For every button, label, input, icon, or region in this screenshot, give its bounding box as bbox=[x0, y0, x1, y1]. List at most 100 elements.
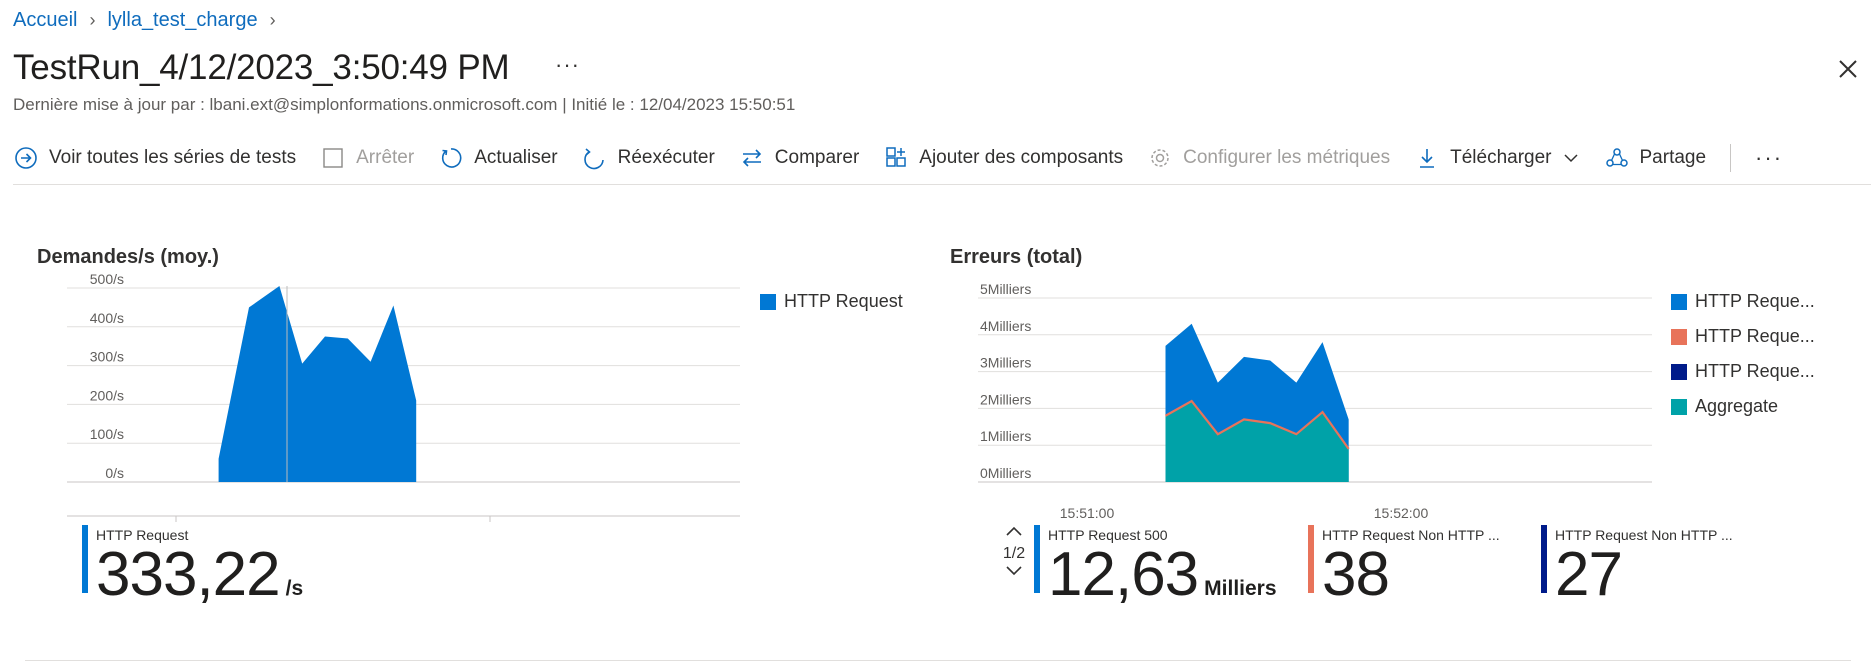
chevron-right-icon: › bbox=[89, 9, 96, 30]
legend-item-aggregate[interactable]: Aggregate bbox=[1671, 389, 1815, 424]
kpi-pager: 1/2 bbox=[1000, 524, 1028, 584]
legend-swatch bbox=[1671, 328, 1687, 345]
kpi-unit: /s bbox=[285, 577, 304, 600]
errors-kpi-non-http-b[interactable]: HTTP Request Non HTTP ... 27 bbox=[1541, 525, 1761, 609]
section-divider bbox=[25, 660, 1851, 661]
share-label: Partage bbox=[1639, 147, 1707, 168]
page-title: TestRun_4/12/2023_3:50:49 PM bbox=[13, 48, 510, 87]
view-all-runs-label: Voir toutes les séries de tests bbox=[49, 147, 297, 168]
legend-item-http-request-500[interactable]: HTTP Reque... bbox=[1671, 284, 1815, 319]
refresh-label: Actualiser bbox=[474, 147, 558, 168]
kpi-color-bar bbox=[1308, 525, 1314, 593]
view-all-runs-button[interactable]: Voir toutes les séries de tests bbox=[13, 145, 296, 171]
legend-label: HTTP Request bbox=[784, 291, 903, 311]
toolbar-divider bbox=[1730, 144, 1732, 172]
compare-button[interactable]: Comparer bbox=[739, 145, 859, 171]
legend-swatch bbox=[760, 293, 776, 310]
errors-chart[interactable]: 0Milliers 1Milliers 2Milliers 3Milliers 4Mil… bbox=[940, 270, 1660, 530]
breadcrumb: Accueil › lylla_test_charge › bbox=[13, 8, 288, 32]
kpi-color-bar bbox=[82, 525, 88, 593]
y-tick-label: 0Milliers bbox=[980, 465, 1031, 481]
pager-label: 1/2 bbox=[1002, 545, 1026, 562]
errors-chart-title: Erreurs (total) bbox=[950, 246, 1083, 268]
more-commands-button[interactable]: ··· bbox=[1755, 145, 1783, 171]
legend-label: HTTP Reque... bbox=[1695, 291, 1815, 311]
stop-square-icon bbox=[320, 145, 346, 171]
errors-kpi-http-500[interactable]: HTTP Request 500 12,63 Milliers bbox=[1034, 525, 1277, 609]
requests-chart-title: Demandes/s (moy.) bbox=[37, 246, 219, 268]
breadcrumb-resource-link[interactable]: lylla_test_charge bbox=[107, 9, 257, 32]
kpi-value-row: 12,63 Milliers bbox=[1048, 539, 1277, 625]
y-tick-label: 200/s bbox=[90, 387, 124, 403]
requests-chart[interactable]: 0/s100/s200/s300/s400/s500/s15:51:21 bbox=[0, 270, 760, 530]
kpi-color-bar bbox=[1034, 525, 1040, 593]
requests-chart-legend: HTTP Request bbox=[760, 284, 903, 319]
legend-item-http-request-non-http-a[interactable]: HTTP Reque... bbox=[1671, 319, 1815, 354]
y-tick-label: 400/s bbox=[90, 310, 124, 326]
rerun-icon bbox=[582, 145, 608, 171]
arrow-circle-right-icon bbox=[13, 145, 39, 171]
legend-swatch bbox=[1671, 398, 1687, 415]
kpi-value: 38 bbox=[1322, 540, 1390, 609]
legend-label: Aggregate bbox=[1695, 396, 1779, 416]
add-components-label: Ajouter des composants bbox=[919, 147, 1124, 168]
series-area-http-request bbox=[218, 286, 417, 482]
kpi-value: 27 bbox=[1555, 540, 1623, 609]
chevron-right-icon: › bbox=[269, 9, 276, 30]
requests-kpi[interactable]: HTTP Request 333,22/s bbox=[82, 525, 342, 609]
chevron-down-icon bbox=[1562, 149, 1580, 167]
download-icon bbox=[1414, 145, 1440, 171]
add-components-button[interactable]: Ajouter des composants bbox=[883, 145, 1123, 171]
legend-item-http-request[interactable]: HTTP Request bbox=[760, 284, 903, 319]
y-tick-label: 4Milliers bbox=[980, 318, 1031, 334]
chevron-down-icon[interactable] bbox=[1000, 564, 1028, 584]
configure-metrics-button[interactable]: Configurer les métriques bbox=[1147, 145, 1390, 171]
rerun-label: Réexécuter bbox=[617, 147, 715, 168]
kpi-color-bar bbox=[1541, 525, 1547, 593]
refresh-button[interactable]: Actualiser bbox=[438, 145, 558, 171]
download-label: Télécharger bbox=[1450, 147, 1552, 168]
y-tick-label: 5Milliers bbox=[980, 281, 1031, 297]
errors-chart-legend: HTTP Reque... HTTP Reque... HTTP Reque..… bbox=[1671, 284, 1815, 424]
share-button[interactable]: Partage bbox=[1604, 145, 1707, 171]
download-button[interactable]: Télécharger bbox=[1414, 145, 1579, 171]
title-more-button[interactable]: ··· bbox=[555, 52, 580, 78]
y-tick-label: 3Milliers bbox=[980, 355, 1031, 371]
kpi-value-row: 38 bbox=[1322, 539, 1390, 611]
page-subtitle: Dernière mise à jour par : lbani.ext@sim… bbox=[13, 95, 796, 114]
kpi-value-row: 27 bbox=[1555, 539, 1623, 611]
configure-metrics-label: Configurer les métriques bbox=[1183, 147, 1391, 168]
legend-label: HTTP Reque... bbox=[1695, 361, 1815, 381]
y-tick-label: 100/s bbox=[90, 426, 124, 442]
y-tick-label: 1Milliers bbox=[980, 428, 1031, 444]
toolbar-divider-line bbox=[13, 184, 1871, 185]
chevron-up-icon[interactable] bbox=[1000, 524, 1028, 544]
kpi-value-row: 333,22/s bbox=[96, 539, 303, 625]
legend-swatch bbox=[1671, 363, 1687, 380]
legend-swatch bbox=[1671, 293, 1687, 310]
y-tick-label: 0/s bbox=[105, 465, 124, 481]
kpi-value: 12,63 bbox=[1048, 540, 1199, 609]
x-tick-label: 15:51:00 bbox=[1060, 505, 1115, 521]
rerun-button[interactable]: Réexécuter bbox=[582, 145, 715, 171]
share-people-icon bbox=[1604, 145, 1630, 171]
y-tick-label: 500/s bbox=[90, 271, 124, 287]
command-bar: Voir toutes les séries de tests Arrêter … bbox=[13, 138, 1783, 178]
close-icon bbox=[1839, 60, 1857, 78]
kpi-unit: Milliers bbox=[1204, 577, 1277, 600]
y-tick-label: 2Milliers bbox=[980, 391, 1031, 407]
add-components-icon bbox=[883, 145, 909, 171]
legend-item-http-request-non-http-b[interactable]: HTTP Reque... bbox=[1671, 354, 1815, 389]
errors-kpi-non-http-a[interactable]: HTTP Request Non HTTP ... 38 bbox=[1308, 525, 1528, 609]
compare-arrows-icon bbox=[739, 145, 765, 171]
x-tick-label: 15:52:00 bbox=[1374, 505, 1429, 521]
legend-label: HTTP Reque... bbox=[1695, 326, 1815, 346]
refresh-icon bbox=[438, 145, 464, 171]
kpi-value: 333,22 bbox=[96, 540, 281, 609]
y-tick-label: 300/s bbox=[90, 349, 124, 365]
close-button[interactable] bbox=[1835, 56, 1861, 82]
gear-icon bbox=[1147, 145, 1173, 171]
compare-label: Comparer bbox=[774, 147, 860, 168]
stop-button[interactable]: Arrêter bbox=[320, 145, 414, 171]
breadcrumb-home-link[interactable]: Accueil bbox=[13, 9, 77, 32]
